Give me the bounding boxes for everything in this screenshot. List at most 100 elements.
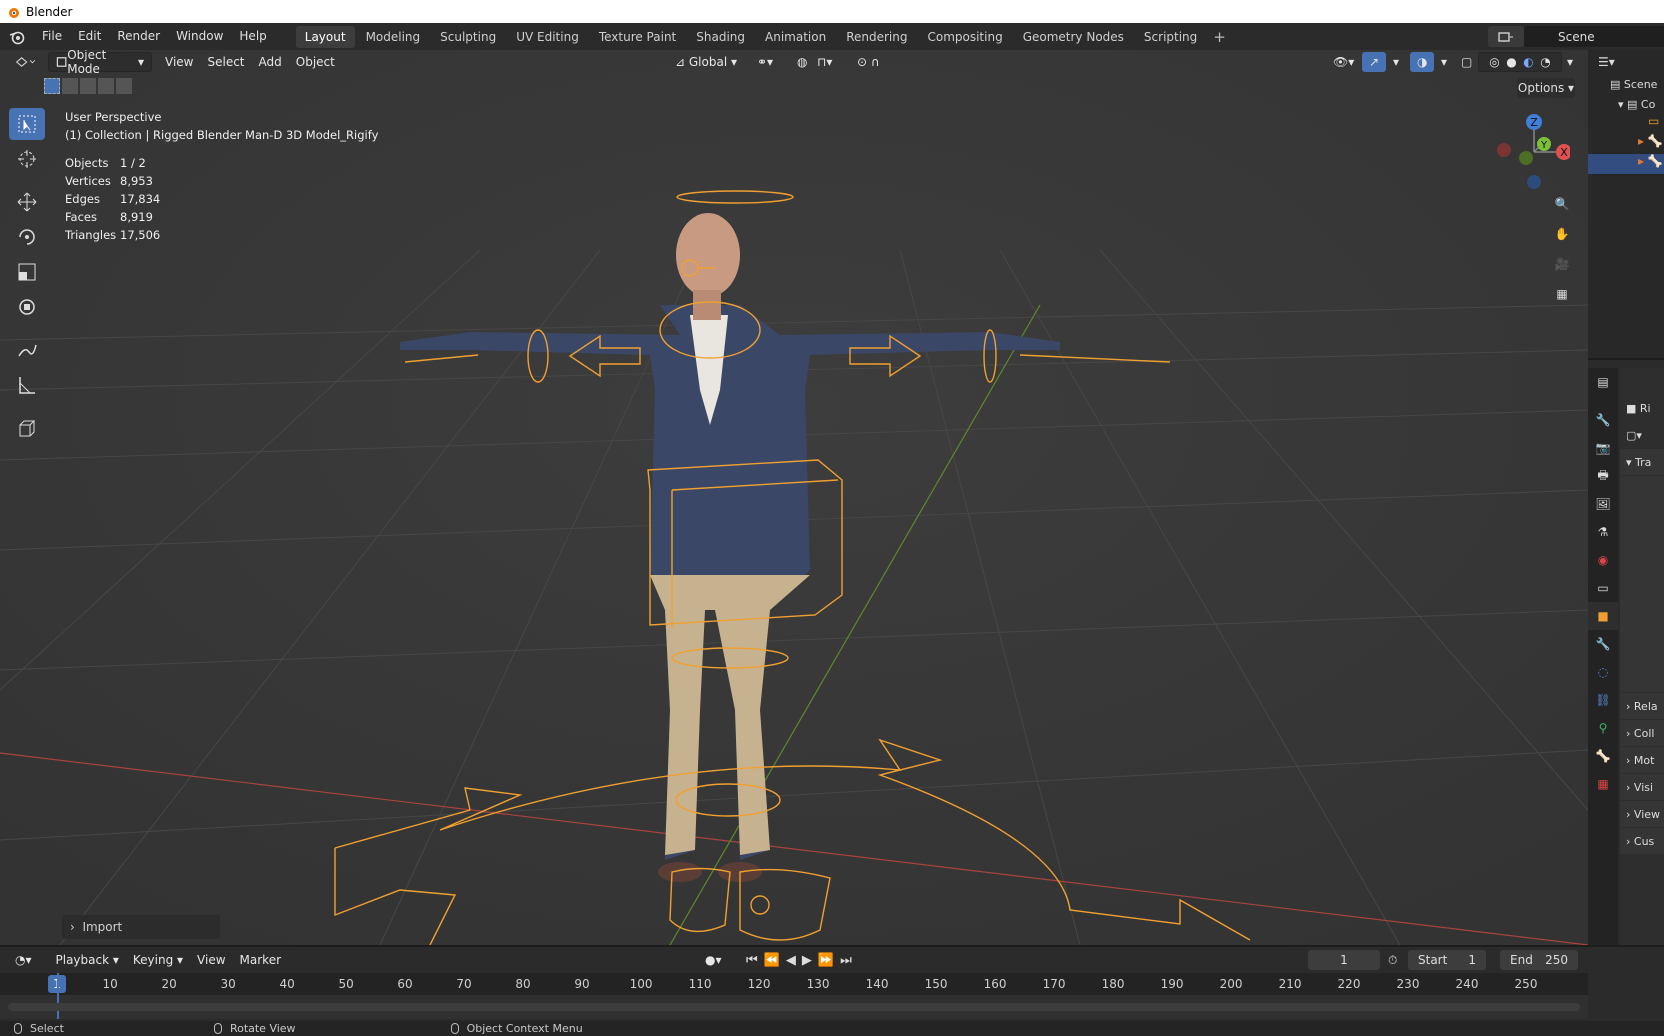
navigation-gizmo[interactable]: Z X Y: [1490, 110, 1570, 190]
rotate-tool[interactable]: [9, 221, 45, 253]
scene-tab-icon[interactable]: ⚗: [1588, 518, 1618, 546]
tab-rendering[interactable]: Rendering: [837, 26, 916, 48]
section-transform[interactable]: ▾ Tra: [1620, 449, 1664, 475]
tab-animation[interactable]: Animation: [756, 26, 835, 48]
marker-menu[interactable]: Marker: [233, 950, 288, 970]
auto-keying-icon[interactable]: ●▾: [698, 950, 729, 970]
menu-select[interactable]: Select: [200, 52, 251, 72]
select-box-tool[interactable]: [9, 108, 45, 140]
prev-keyframe-icon[interactable]: ⏪: [764, 953, 780, 968]
snap-target-button[interactable]: ⊓▾: [810, 52, 839, 72]
outliner-type-icon[interactable]: ☰▾: [1598, 55, 1615, 69]
section-motion-paths[interactable]: › Mot: [1620, 747, 1664, 773]
shading-dropdown[interactable]: ▾: [1560, 52, 1580, 72]
visibility-dropdown[interactable]: 👁▾: [1326, 52, 1361, 72]
rendered-shading-icon[interactable]: ◔: [1540, 55, 1550, 69]
tool-tab-icon[interactable]: 🔧: [1588, 406, 1618, 434]
perspective-grid-icon[interactable]: ▦: [1548, 280, 1576, 308]
play-reverse-icon[interactable]: ◀: [786, 953, 796, 968]
solid-shading-icon[interactable]: ●: [1506, 55, 1516, 69]
annotate-tool[interactable]: [9, 334, 45, 366]
gizmo-toggle-icon[interactable]: ↗: [1362, 52, 1387, 72]
output-tab-icon[interactable]: 🖶: [1588, 462, 1618, 490]
render-tab-icon[interactable]: 📷: [1588, 434, 1618, 462]
move-tool[interactable]: [9, 186, 45, 218]
menu-render[interactable]: Render: [109, 23, 168, 50]
timeline-track[interactable]: [0, 973, 1588, 1019]
timeline-view-menu[interactable]: View: [190, 950, 232, 970]
options-dropdown[interactable]: Options ▾: [1517, 78, 1575, 98]
transform-tool[interactable]: [9, 291, 45, 323]
object-name-field[interactable]: ■ Ri: [1620, 395, 1664, 421]
timeline-scrollbar[interactable]: [8, 1003, 1580, 1011]
outliner-item-armature[interactable]: ▸ 🦴: [1588, 134, 1664, 154]
start-frame-field[interactable]: Start 1: [1408, 950, 1486, 970]
play-icon[interactable]: ▶: [802, 953, 812, 968]
camera-view-icon[interactable]: 🎥: [1548, 250, 1576, 278]
material-shading-icon[interactable]: ◐: [1523, 55, 1533, 69]
transform-orientation-dropdown[interactable]: ⊿ Global ▾: [668, 52, 744, 72]
frame-ruler[interactable]: 1 10203040506070809010011012013014015016…: [0, 973, 1588, 995]
overlay-toggle-icon[interactable]: ◑: [1410, 52, 1435, 72]
scale-tool[interactable]: [9, 256, 45, 288]
outliner-item-selected[interactable]: ▸ 🦴: [1588, 154, 1664, 174]
jump-start-icon[interactable]: ⏮: [746, 953, 758, 968]
menu-object[interactable]: Object: [289, 52, 342, 72]
gizmo-neg-z[interactable]: [1527, 175, 1541, 189]
outliner-item-camera[interactable]: ▭: [1588, 114, 1664, 134]
proportional-edit-icon[interactable]: ⊙ ∩: [850, 52, 887, 72]
menu-file[interactable]: File: [34, 23, 70, 50]
xray-toggle-icon[interactable]: ▢: [1454, 52, 1479, 72]
mode-dropdown[interactable]: Object Mode ▾: [48, 50, 152, 76]
cursor-tool[interactable]: [9, 143, 45, 175]
world-tab-icon[interactable]: ◉: [1588, 546, 1618, 574]
section-viewport-display[interactable]: › View: [1620, 801, 1664, 827]
tab-layout[interactable]: Layout: [295, 25, 355, 48]
section-collections[interactable]: › Coll: [1620, 720, 1664, 746]
section-visibility[interactable]: › Visi: [1620, 774, 1664, 800]
object-browser[interactable]: ▢▾: [1620, 422, 1664, 448]
stopwatch-icon[interactable]: ⏱: [1388, 953, 1397, 968]
gizmo-dropdown[interactable]: ▾: [1386, 52, 1406, 72]
object-data-tab-icon[interactable]: ⚲: [1588, 714, 1618, 742]
pan-hand-icon[interactable]: ✋: [1548, 220, 1576, 248]
jump-end-icon[interactable]: ⏭: [840, 953, 852, 968]
wireframe-shading-icon[interactable]: ◎: [1489, 55, 1499, 69]
texture-tab-icon[interactable]: ▦: [1588, 770, 1618, 798]
playback-menu[interactable]: Playback ▾: [49, 950, 126, 970]
blender-menu-icon[interactable]: [0, 29, 34, 45]
pivot-point-button[interactable]: ⚭▾: [750, 52, 780, 72]
tab-texture-paint[interactable]: Texture Paint: [590, 26, 685, 48]
tab-compositing[interactable]: Compositing: [918, 26, 1011, 48]
tab-sculpting[interactable]: Sculpting: [431, 26, 505, 48]
menu-edit[interactable]: Edit: [70, 23, 109, 50]
menu-add[interactable]: Add: [252, 52, 289, 72]
select-extend-icon[interactable]: [62, 78, 78, 94]
tab-uv-editing[interactable]: UV Editing: [507, 26, 588, 48]
select-invert-icon[interactable]: [98, 78, 114, 94]
timeline-editor-type-icon[interactable]: ◔▾: [8, 950, 39, 970]
menu-view[interactable]: View: [158, 52, 200, 72]
scene-selector-icon[interactable]: [1488, 26, 1524, 47]
object-tab-icon[interactable]: ■: [1588, 602, 1618, 630]
menu-help[interactable]: Help: [231, 23, 274, 50]
collection-tab-icon[interactable]: ▭: [1588, 574, 1618, 602]
end-frame-field[interactable]: End 250: [1500, 950, 1578, 970]
view-layer-tab-icon[interactable]: 🖼: [1588, 490, 1618, 518]
next-keyframe-icon[interactable]: ⏩: [818, 953, 834, 968]
outliner-scene-row[interactable]: ▤ Scene: [1588, 74, 1664, 94]
editor-type-button[interactable]: [8, 52, 42, 72]
last-operator-panel[interactable]: › Import: [62, 915, 220, 939]
viewport-3d[interactable]: Object Mode ▾ View Select Add Object ⊿ G…: [0, 50, 1588, 945]
zoom-icon[interactable]: 🔍: [1548, 190, 1576, 218]
add-cube-tool[interactable]: [9, 412, 45, 444]
tab-modeling[interactable]: Modeling: [357, 26, 430, 48]
physics-tab-icon[interactable]: ◌: [1588, 658, 1618, 686]
bone-tab-icon[interactable]: 🦴: [1588, 742, 1618, 770]
gizmo-neg-y[interactable]: [1519, 151, 1533, 165]
select-intersect-icon[interactable]: [116, 78, 132, 94]
tab-geometry-nodes[interactable]: Geometry Nodes: [1014, 26, 1133, 48]
constraint-tab-icon[interactable]: ⛓: [1588, 686, 1618, 714]
tab-shading[interactable]: Shading: [687, 26, 754, 48]
scene-name-field[interactable]: Scene: [1524, 26, 1664, 47]
